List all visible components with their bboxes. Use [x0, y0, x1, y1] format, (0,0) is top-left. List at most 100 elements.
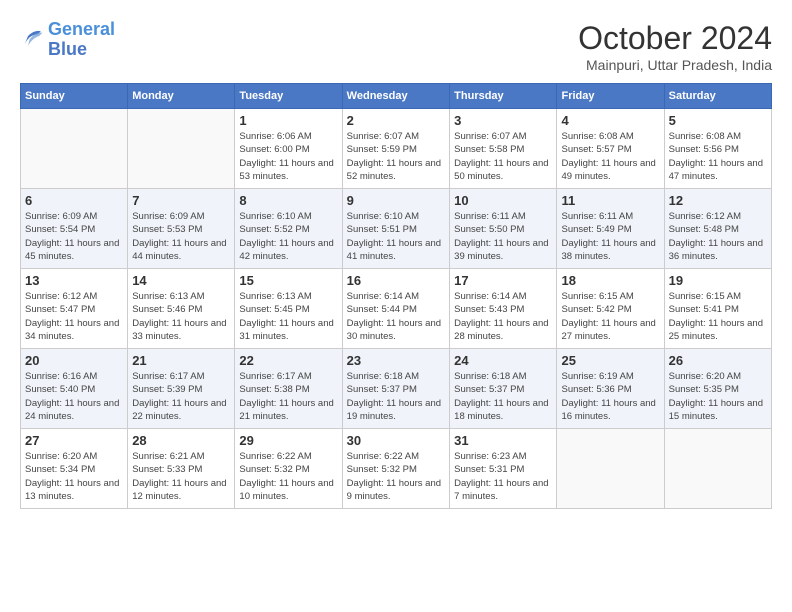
day-number: 26 [669, 353, 767, 368]
weekday-header-wednesday: Wednesday [342, 84, 449, 109]
weekday-header-sunday: Sunday [21, 84, 128, 109]
calendar-cell: 27 Sunrise: 6:20 AMSunset: 5:34 PMDayligh… [21, 429, 128, 509]
day-info: Sunrise: 6:22 AMSunset: 5:32 PMDaylight:… [239, 450, 337, 503]
day-number: 5 [669, 113, 767, 128]
day-number: 27 [25, 433, 123, 448]
day-info: Sunrise: 6:11 AMSunset: 5:49 PMDaylight:… [561, 210, 659, 263]
title-block: October 2024 Mainpuri, Uttar Pradesh, In… [578, 20, 772, 73]
logo: General Blue [20, 20, 115, 60]
day-number: 14 [132, 273, 230, 288]
day-info: Sunrise: 6:18 AMSunset: 5:37 PMDaylight:… [454, 370, 552, 423]
calendar-cell [557, 429, 664, 509]
day-number: 6 [25, 193, 123, 208]
day-info: Sunrise: 6:10 AMSunset: 5:52 PMDaylight:… [239, 210, 337, 263]
day-info: Sunrise: 6:09 AMSunset: 5:54 PMDaylight:… [25, 210, 123, 263]
day-info: Sunrise: 6:07 AMSunset: 5:59 PMDaylight:… [347, 130, 445, 183]
day-number: 4 [561, 113, 659, 128]
day-number: 25 [561, 353, 659, 368]
calendar-cell: 13 Sunrise: 6:12 AMSunset: 5:47 PMDayligh… [21, 269, 128, 349]
calendar-cell: 7Sunrise: 6:09 AMSunset: 5:53 PMDaylight… [128, 189, 235, 269]
calendar-cell: 12Sunrise: 6:12 AMSunset: 5:48 PMDayligh… [664, 189, 771, 269]
calendar-cell: 22Sunrise: 6:17 AMSunset: 5:38 PMDayligh… [235, 349, 342, 429]
calendar-cell [128, 109, 235, 189]
weekday-header-monday: Monday [128, 84, 235, 109]
weekday-header-tuesday: Tuesday [235, 84, 342, 109]
logo-general: General [48, 19, 115, 39]
day-info: Sunrise: 6:17 AMSunset: 5:39 PMDaylight:… [132, 370, 230, 423]
day-number: 1 [239, 113, 337, 128]
day-info: Sunrise: 6:13 AMSunset: 5:45 PMDaylight:… [239, 290, 337, 343]
day-number: 20 [25, 353, 123, 368]
calendar-cell: 28 Sunrise: 6:21 AMSunset: 5:33 PMDayligh… [128, 429, 235, 509]
month-title: October 2024 [578, 20, 772, 57]
calendar-body: 1 Sunrise: 6:06 AMSunset: 6:00 PMDaylight… [21, 109, 772, 509]
day-number: 28 [132, 433, 230, 448]
day-info: Sunrise: 6:20 AMSunset: 5:34 PMDaylight:… [25, 450, 123, 503]
weekday-header-saturday: Saturday [664, 84, 771, 109]
calendar-cell: 17 Sunrise: 6:14 AMSunset: 5:43 PMDayligh… [450, 269, 557, 349]
day-number: 3 [454, 113, 552, 128]
calendar-cell: 1 Sunrise: 6:06 AMSunset: 6:00 PMDaylight… [235, 109, 342, 189]
calendar-cell: 8 Sunrise: 6:10 AMSunset: 5:52 PMDaylight… [235, 189, 342, 269]
day-number: 13 [25, 273, 123, 288]
day-info: Sunrise: 6:07 AMSunset: 5:58 PMDaylight:… [454, 130, 552, 183]
logo-blue: Blue [48, 39, 87, 59]
day-number: 10 [454, 193, 552, 208]
calendar-cell: 16Sunrise: 6:14 AMSunset: 5:44 PMDayligh… [342, 269, 449, 349]
day-info: Sunrise: 6:12 AMSunset: 5:47 PMDaylight:… [25, 290, 123, 343]
calendar-cell: 26Sunrise: 6:20 AMSunset: 5:35 PMDayligh… [664, 349, 771, 429]
week-row-4: 20Sunrise: 6:16 AMSunset: 5:40 PMDayligh… [21, 349, 772, 429]
day-info: Sunrise: 6:15 AMSunset: 5:41 PMDaylight:… [669, 290, 767, 343]
day-info: Sunrise: 6:13 AMSunset: 5:46 PMDaylight:… [132, 290, 230, 343]
day-info: Sunrise: 6:22 AMSunset: 5:32 PMDaylight:… [347, 450, 445, 503]
calendar-cell: 23Sunrise: 6:18 AMSunset: 5:37 PMDayligh… [342, 349, 449, 429]
day-info: Sunrise: 6:10 AMSunset: 5:51 PMDaylight:… [347, 210, 445, 263]
page-header: General Blue October 2024 Mainpuri, Utta… [20, 20, 772, 73]
weekday-header-friday: Friday [557, 84, 664, 109]
calendar-cell: 15Sunrise: 6:13 AMSunset: 5:45 PMDayligh… [235, 269, 342, 349]
day-number: 22 [239, 353, 337, 368]
day-number: 2 [347, 113, 445, 128]
day-info: Sunrise: 6:14 AMSunset: 5:43 PMDaylight:… [454, 290, 552, 343]
day-info: Sunrise: 6:19 AMSunset: 5:36 PMDaylight:… [561, 370, 659, 423]
week-row-2: 6 Sunrise: 6:09 AMSunset: 5:54 PMDaylight… [21, 189, 772, 269]
calendar-cell: 4 Sunrise: 6:08 AMSunset: 5:57 PMDaylight… [557, 109, 664, 189]
calendar-cell: 11Sunrise: 6:11 AMSunset: 5:49 PMDayligh… [557, 189, 664, 269]
day-info: Sunrise: 6:21 AMSunset: 5:33 PMDaylight:… [132, 450, 230, 503]
calendar-cell: 20Sunrise: 6:16 AMSunset: 5:40 PMDayligh… [21, 349, 128, 429]
calendar-cell: 10Sunrise: 6:11 AMSunset: 5:50 PMDayligh… [450, 189, 557, 269]
day-number: 18 [561, 273, 659, 288]
calendar-cell: 9 Sunrise: 6:10 AMSunset: 5:51 PMDaylight… [342, 189, 449, 269]
calendar-table: SundayMondayTuesdayWednesdayThursdayFrid… [20, 83, 772, 509]
location-subtitle: Mainpuri, Uttar Pradesh, India [578, 57, 772, 73]
day-number: 12 [669, 193, 767, 208]
calendar-cell: 24 Sunrise: 6:18 AMSunset: 5:37 PMDayligh… [450, 349, 557, 429]
day-number: 19 [669, 273, 767, 288]
day-number: 30 [347, 433, 445, 448]
calendar-cell: 6 Sunrise: 6:09 AMSunset: 5:54 PMDaylight… [21, 189, 128, 269]
calendar-cell: 31 Sunrise: 6:23 AMSunset: 5:31 PMDayligh… [450, 429, 557, 509]
day-number: 31 [454, 433, 552, 448]
week-row-5: 27 Sunrise: 6:20 AMSunset: 5:34 PMDayligh… [21, 429, 772, 509]
day-info: Sunrise: 6:08 AMSunset: 5:57 PMDaylight:… [561, 130, 659, 183]
calendar-cell: 14 Sunrise: 6:13 AMSunset: 5:46 PMDayligh… [128, 269, 235, 349]
day-number: 21 [132, 353, 230, 368]
logo-icon [20, 28, 44, 52]
day-info: Sunrise: 6:06 AMSunset: 6:00 PMDaylight:… [239, 130, 337, 183]
calendar-cell: 2 Sunrise: 6:07 AMSunset: 5:59 PMDaylight… [342, 109, 449, 189]
day-number: 9 [347, 193, 445, 208]
week-row-3: 13 Sunrise: 6:12 AMSunset: 5:47 PMDayligh… [21, 269, 772, 349]
day-number: 7 [132, 193, 230, 208]
day-info: Sunrise: 6:08 AMSunset: 5:56 PMDaylight:… [669, 130, 767, 183]
day-info: Sunrise: 6:14 AMSunset: 5:44 PMDaylight:… [347, 290, 445, 343]
day-info: Sunrise: 6:23 AMSunset: 5:31 PMDaylight:… [454, 450, 552, 503]
day-info: Sunrise: 6:18 AMSunset: 5:37 PMDaylight:… [347, 370, 445, 423]
day-number: 24 [454, 353, 552, 368]
calendar-cell [21, 109, 128, 189]
weekday-header-thursday: Thursday [450, 84, 557, 109]
day-number: 8 [239, 193, 337, 208]
day-number: 29 [239, 433, 337, 448]
calendar-cell: 3 Sunrise: 6:07 AMSunset: 5:58 PMDaylight… [450, 109, 557, 189]
week-row-1: 1 Sunrise: 6:06 AMSunset: 6:00 PMDaylight… [21, 109, 772, 189]
day-number: 17 [454, 273, 552, 288]
